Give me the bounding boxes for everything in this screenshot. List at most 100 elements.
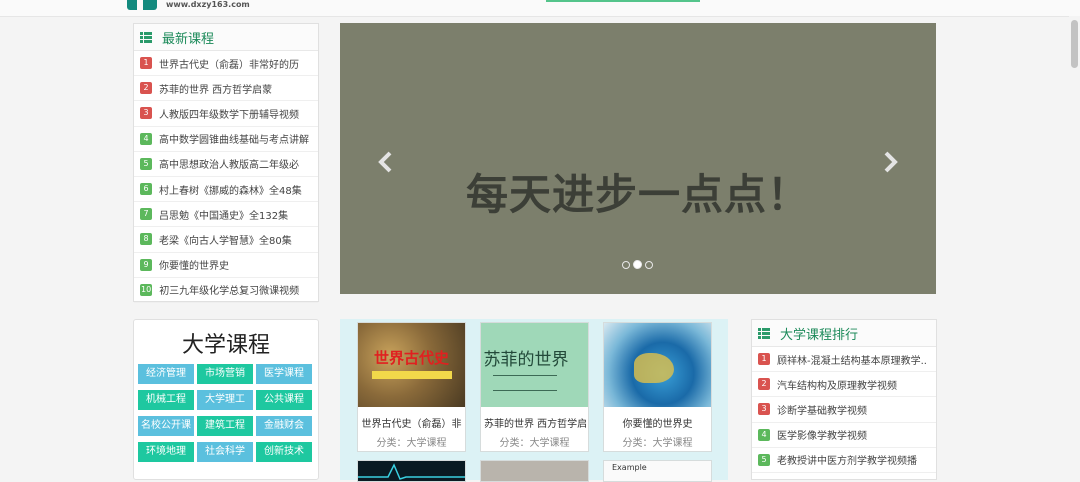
carousel-prev-button[interactable] <box>376 150 396 174</box>
list-item[interactable]: 1 世界古代史（俞磊）非常好的历 <box>134 51 318 77</box>
category-tag[interactable]: 医学课程 <box>256 364 312 384</box>
university-courses-panel: 大学课程 经济管理 市场营销 医学课程机械工程 大学理工 公共课程名校公开课 建筑工程 金融… <box>133 319 319 480</box>
category-tag-grid: 经济管理 市场营销 医学课程机械工程 大学理工 公共课程名校公开课 建筑工程 金融财会环境地… <box>138 364 312 462</box>
list-item-label: 村上春树《挪威的森林》全48集 <box>159 185 302 197</box>
list-icon <box>140 31 152 43</box>
course-card[interactable]: 苏菲的世界 苏菲的世界 西方哲学启 分类：大学课程 <box>480 322 589 452</box>
rank-badge: 4 <box>140 132 152 145</box>
carousel-next-button[interactable] <box>880 150 900 174</box>
list-item-label: 老教授讲中医方剂学教学视频播 <box>777 456 917 468</box>
list-item[interactable]: 4 高中数学圆锥曲线基础与考点讲解 <box>134 127 318 152</box>
category-tag[interactable]: 机械工程 <box>138 390 194 410</box>
category-tag[interactable]: 名校公开课 <box>138 416 194 436</box>
hero-carousel[interactable]: 每天进步一点点！ <box>340 23 936 294</box>
latest-courses-panel: 最新课程 1 世界古代史（俞磊）非常好的历 2 苏菲的世界 西方哲学启蒙 3 人教版四年级… <box>133 23 319 303</box>
course-card-title: 世界古代史（俞磊）非 <box>361 419 462 430</box>
course-card[interactable] <box>480 460 589 482</box>
rank-badge: 5 <box>140 157 152 170</box>
list-item-label: 吕思勉《中国通史》全132集 <box>159 210 289 222</box>
rank-badge: 1 <box>140 57 152 70</box>
chevron-right-icon <box>884 151 898 173</box>
list-item-label: 人教版四年级数学下册辅导视频 <box>159 109 299 121</box>
course-card[interactable]: 你要懂的世界史 分类：大学课程 <box>603 322 712 452</box>
list-item[interactable]: 6 村上春树《挪威的森林》全48集 <box>134 177 318 203</box>
category-tag[interactable]: 市场营销 <box>197 364 253 384</box>
rank-badge: 3 <box>758 403 770 416</box>
category-tag[interactable]: 金融财会 <box>256 416 312 436</box>
cover-title: 苏菲的世界 <box>483 350 569 370</box>
course-card[interactable] <box>357 460 466 482</box>
rank-badge: 1 <box>758 353 770 366</box>
latest-courses-header: 最新课程 <box>134 24 318 51</box>
list-item[interactable]: 10 初三九年级化学总复习微课视频 <box>134 278 318 303</box>
university-ranking-panel: 大学课程排行 1 顾祥林-混凝土结构基本原理教学.. 2 汽车结构构及原理教学视频 3 诊… <box>751 319 937 480</box>
site-url: www.dxzy163.com <box>166 0 250 9</box>
list-item[interactable]: 4 医学影像学教学视频 <box>752 423 936 448</box>
list-item-label: 初三九年级化学总复习微课视频 <box>159 286 300 298</box>
list-item-label: 高中思想政治人教版高二年级必 <box>159 160 299 172</box>
latest-courses-list: 1 世界古代史（俞磊）非常好的历 2 苏菲的世界 西方哲学启蒙 3 人教版四年级数学下册辅… <box>134 51 318 303</box>
category-tag[interactable]: 环境地理 <box>138 442 194 462</box>
list-item[interactable]: 7 吕思勉《中国通史》全132集 <box>134 202 318 228</box>
carousel-dot[interactable] <box>633 260 642 269</box>
list-item-label: 世界古代史（俞磊）非常好的历 <box>159 59 299 71</box>
category-tag[interactable]: 公共课程 <box>256 390 312 410</box>
list-item[interactable]: 5 老教授讲中医方剂学教学视频播 <box>752 448 936 473</box>
list-item[interactable]: 3 诊断学基础教学视频 <box>752 397 936 423</box>
cover-title: 世界古代史 <box>373 349 449 367</box>
course-card-category: 分类：大学课程 <box>376 438 447 449</box>
list-item[interactable]: 1 顾祥林-混凝土结构基本原理教学.. <box>752 347 936 373</box>
course-card-category: 分类：大学课程 <box>622 438 693 449</box>
list-item-label: 汽车结构构及原理教学视频 <box>777 380 897 392</box>
rank-badge: 3 <box>140 107 152 120</box>
list-item-label: 苏菲的世界 西方哲学启蒙 <box>159 84 273 96</box>
scrollbar-thumb[interactable] <box>1071 20 1078 68</box>
course-cover-image <box>604 323 711 407</box>
category-tag[interactable]: 经济管理 <box>138 364 194 384</box>
rank-badge: 4 <box>758 428 770 441</box>
carousel-dot[interactable] <box>622 261 630 269</box>
rank-badge: 2 <box>140 82 152 95</box>
category-tag[interactable]: 建筑工程 <box>197 416 253 436</box>
course-card-area: 世界古代史 世界古代史（俞磊）非 分类：大学课程 苏菲的世界 苏菲的世界 西方哲… <box>340 319 728 482</box>
list-item-label: 老梁《向古人学智慧》全80集 <box>159 235 292 247</box>
list-item[interactable]: 9 你要懂的世界史 <box>134 253 318 278</box>
rank-badge: 2 <box>758 378 770 391</box>
list-item-label: 你要懂的世界史 <box>159 261 229 273</box>
course-cover-image: 苏菲的世界 <box>481 323 588 407</box>
category-tag[interactable]: 社会科学 <box>197 442 253 462</box>
list-item[interactable]: 3 人教版四年级数学下册辅导视频 <box>134 101 318 127</box>
list-item[interactable]: 2 苏菲的世界 西方哲学启蒙 <box>134 76 318 102</box>
rank-badge: 8 <box>140 233 152 246</box>
rank-badge: 5 <box>758 453 770 466</box>
latest-courses-title: 最新课程 <box>162 31 215 47</box>
rank-badge: 7 <box>140 208 152 221</box>
top-search-bar[interactable] <box>546 0 700 2</box>
carousel-slogan: 每天进步一点点！ <box>465 170 810 219</box>
university-ranking-list: 1 顾祥林-混凝土结构基本原理教学.. 2 汽车结构构及原理教学视频 3 诊断学基础教学视… <box>752 347 936 473</box>
list-item[interactable]: 8 老梁《向古人学智慧》全80集 <box>134 227 318 253</box>
globe-land <box>634 353 674 383</box>
list-item-label: 顾祥林-混凝土结构基本原理教学.. <box>777 355 927 367</box>
rank-badge: 9 <box>140 258 152 271</box>
carousel-dot[interactable] <box>645 261 653 269</box>
university-courses-title: 大学课程 <box>181 333 270 358</box>
list-item[interactable]: 2 汽车结构构及原理教学视频 <box>752 372 936 398</box>
cover-ribbon <box>372 371 452 379</box>
university-ranking-header: 大学课程排行 <box>752 320 936 347</box>
chevron-left-icon <box>378 151 392 173</box>
course-card[interactable]: Example <box>603 460 712 482</box>
page-scrollbar[interactable] <box>1069 16 1080 480</box>
course-card-category: 分类：大学课程 <box>499 438 570 449</box>
example-label: Example <box>612 463 647 472</box>
course-card-title: 你要懂的世界史 <box>622 419 693 430</box>
list-icon <box>758 327 770 339</box>
top-bar: www.dxzy163.com <box>0 0 1080 17</box>
category-tag[interactable]: 大学理工 <box>197 390 253 410</box>
carousel-indicators <box>622 260 653 269</box>
site-logo[interactable] <box>127 0 157 10</box>
list-item[interactable]: 5 高中思想政治人教版高二年级必 <box>134 152 318 177</box>
category-tag[interactable]: 创新技术 <box>256 442 312 462</box>
rank-badge: 6 <box>140 183 152 196</box>
course-card[interactable]: 世界古代史 世界古代史（俞磊）非 分类：大学课程 <box>357 322 466 452</box>
